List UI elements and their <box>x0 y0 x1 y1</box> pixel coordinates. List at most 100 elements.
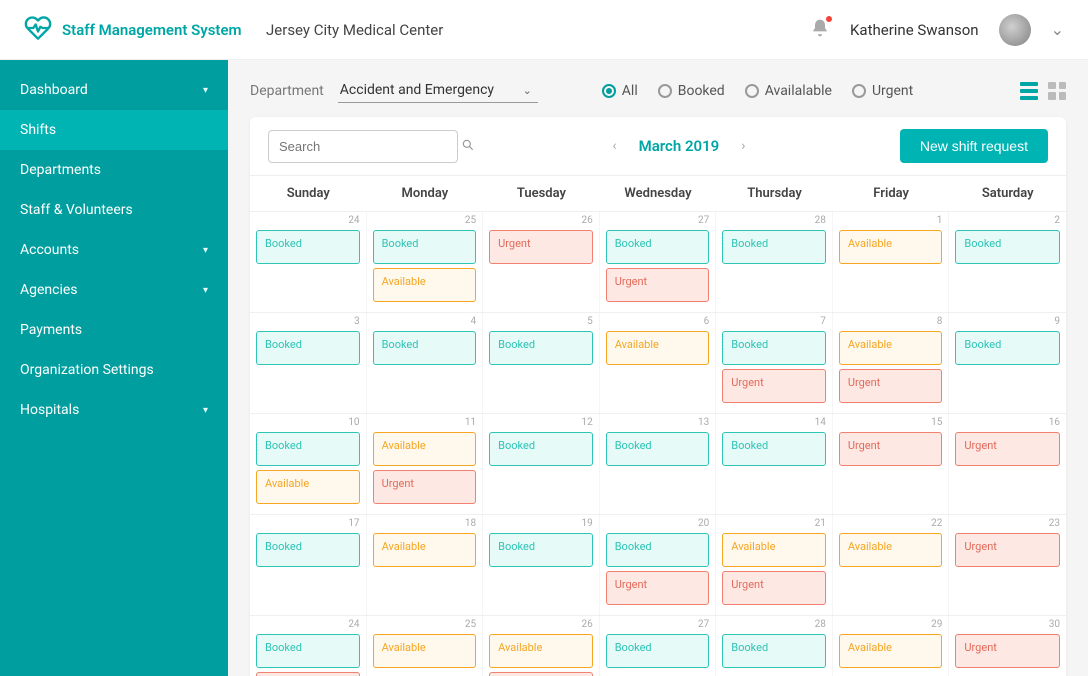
department-select[interactable]: Accident and Emergency ⌄ <box>338 78 538 103</box>
prev-month-button[interactable]: ‹ <box>612 138 616 154</box>
shift-available[interactable]: Available <box>489 634 593 668</box>
shift-available[interactable]: Available <box>839 230 943 264</box>
sidebar-item-payments[interactable]: Payments <box>0 310 228 350</box>
day-cell[interactable]: 11AvailableUrgent <box>367 414 484 514</box>
day-cell[interactable]: 19Booked <box>483 515 600 615</box>
shift-booked[interactable]: Booked <box>722 331 826 365</box>
day-cell[interactable]: 18Available <box>367 515 484 615</box>
day-cell[interactable]: 16Urgent <box>949 414 1066 514</box>
day-cell[interactable]: 28Booked <box>716 212 833 312</box>
grid-view-button[interactable] <box>1048 82 1066 100</box>
day-cell[interactable]: 20BookedUrgent <box>600 515 717 615</box>
shift-booked[interactable]: Booked <box>373 230 477 264</box>
search-box[interactable] <box>268 130 458 163</box>
sidebar-item-hospitals[interactable]: Hospitals▾ <box>0 390 228 430</box>
day-cell[interactable]: 28Booked <box>716 616 833 676</box>
filter-radio-booked[interactable]: Booked <box>658 83 725 99</box>
day-cell[interactable]: 24BookedUrgent <box>250 616 367 676</box>
shift-urgent[interactable]: Urgent <box>256 672 360 676</box>
sidebar-item-organization-settings[interactable]: Organization Settings <box>0 350 228 390</box>
filter-radio-urgent[interactable]: Urgent <box>852 83 913 99</box>
shift-available[interactable]: Available <box>839 331 943 365</box>
day-cell[interactable]: 15Urgent <box>833 414 950 514</box>
shift-booked[interactable]: Booked <box>606 230 710 264</box>
shift-urgent[interactable]: Urgent <box>606 268 710 302</box>
filter-radio-all[interactable]: All <box>602 83 638 99</box>
shift-urgent[interactable]: Urgent <box>955 432 1060 466</box>
shift-booked[interactable]: Booked <box>256 331 360 365</box>
sidebar-item-shifts[interactable]: Shifts <box>0 110 228 150</box>
shift-booked[interactable]: Booked <box>256 533 360 567</box>
day-cell[interactable]: 27Booked <box>600 616 717 676</box>
day-cell[interactable]: 21AvailableUrgent <box>716 515 833 615</box>
shift-booked[interactable]: Booked <box>955 230 1060 264</box>
day-cell[interactable]: 1Available <box>833 212 950 312</box>
search-input[interactable] <box>279 139 455 154</box>
shift-available[interactable]: Available <box>722 533 826 567</box>
shift-urgent[interactable]: Urgent <box>489 230 593 264</box>
shift-booked[interactable]: Booked <box>489 331 593 365</box>
sidebar-item-departments[interactable]: Departments <box>0 150 228 190</box>
sidebar-item-agencies[interactable]: Agencies▾ <box>0 270 228 310</box>
day-cell[interactable]: 29Available <box>833 616 950 676</box>
day-cell[interactable]: 24Booked <box>250 212 367 312</box>
new-shift-request-button[interactable]: New shift request <box>900 129 1048 163</box>
shift-urgent[interactable]: Urgent <box>955 533 1060 567</box>
day-cell[interactable]: 14Booked <box>716 414 833 514</box>
shift-available[interactable]: Available <box>839 634 943 668</box>
shift-urgent[interactable]: Urgent <box>489 672 593 676</box>
shift-urgent[interactable]: Urgent <box>955 634 1060 668</box>
day-cell[interactable]: 10BookedAvailable <box>250 414 367 514</box>
chevron-down-icon[interactable]: ⌄ <box>1051 20 1064 39</box>
day-cell[interactable]: 22Available <box>833 515 950 615</box>
shift-booked[interactable]: Booked <box>373 331 477 365</box>
day-cell[interactable]: 25BookedAvailable <box>367 212 484 312</box>
shift-booked[interactable]: Booked <box>606 634 710 668</box>
day-cell[interactable]: 25Available <box>367 616 484 676</box>
day-cell[interactable]: 17Booked <box>250 515 367 615</box>
list-view-button[interactable] <box>1020 82 1038 100</box>
shift-booked[interactable]: Booked <box>955 331 1060 365</box>
shift-available[interactable]: Available <box>373 533 477 567</box>
day-cell[interactable]: 4Booked <box>367 313 484 413</box>
shift-booked[interactable]: Booked <box>256 230 360 264</box>
shift-booked[interactable]: Booked <box>606 533 710 567</box>
shift-urgent[interactable]: Urgent <box>839 432 943 466</box>
shift-urgent[interactable]: Urgent <box>373 470 477 504</box>
shift-booked[interactable]: Booked <box>606 432 710 466</box>
day-cell[interactable]: 12Booked <box>483 414 600 514</box>
day-cell[interactable]: 23Urgent <box>949 515 1066 615</box>
shift-available[interactable]: Available <box>606 331 710 365</box>
shift-booked[interactable]: Booked <box>256 432 360 466</box>
sidebar-item-accounts[interactable]: Accounts▾ <box>0 230 228 270</box>
avatar[interactable] <box>999 14 1031 46</box>
shift-urgent[interactable]: Urgent <box>839 369 943 403</box>
shift-urgent[interactable]: Urgent <box>606 571 710 605</box>
shift-booked[interactable]: Booked <box>489 533 593 567</box>
shift-available[interactable]: Available <box>256 470 360 504</box>
day-cell[interactable]: 8AvailableUrgent <box>833 313 950 413</box>
shift-booked[interactable]: Booked <box>722 230 826 264</box>
shift-booked[interactable]: Booked <box>256 634 360 668</box>
filter-radio-availalable[interactable]: Availalable <box>745 83 832 99</box>
day-cell[interactable]: 26Urgent <box>483 212 600 312</box>
day-cell[interactable]: 7BookedUrgent <box>716 313 833 413</box>
shift-available[interactable]: Available <box>373 634 477 668</box>
day-cell[interactable]: 2Booked <box>949 212 1066 312</box>
shift-booked[interactable]: Booked <box>722 634 826 668</box>
shift-urgent[interactable]: Urgent <box>722 571 826 605</box>
day-cell[interactable]: 30Urgent <box>949 616 1066 676</box>
day-cell[interactable]: 27BookedUrgent <box>600 212 717 312</box>
shift-booked[interactable]: Booked <box>489 432 593 466</box>
sidebar-item-staff-volunteers[interactable]: Staff & Volunteers <box>0 190 228 230</box>
sidebar-item-dashboard[interactable]: Dashboard▾ <box>0 70 228 110</box>
day-cell[interactable]: 5Booked <box>483 313 600 413</box>
shift-available[interactable]: Available <box>373 268 477 302</box>
day-cell[interactable]: 13Booked <box>600 414 717 514</box>
day-cell[interactable]: 9Booked <box>949 313 1066 413</box>
notifications-button[interactable] <box>810 18 830 42</box>
day-cell[interactable]: 26AvailableUrgent <box>483 616 600 676</box>
day-cell[interactable]: 6Available <box>600 313 717 413</box>
day-cell[interactable]: 3Booked <box>250 313 367 413</box>
shift-booked[interactable]: Booked <box>722 432 826 466</box>
